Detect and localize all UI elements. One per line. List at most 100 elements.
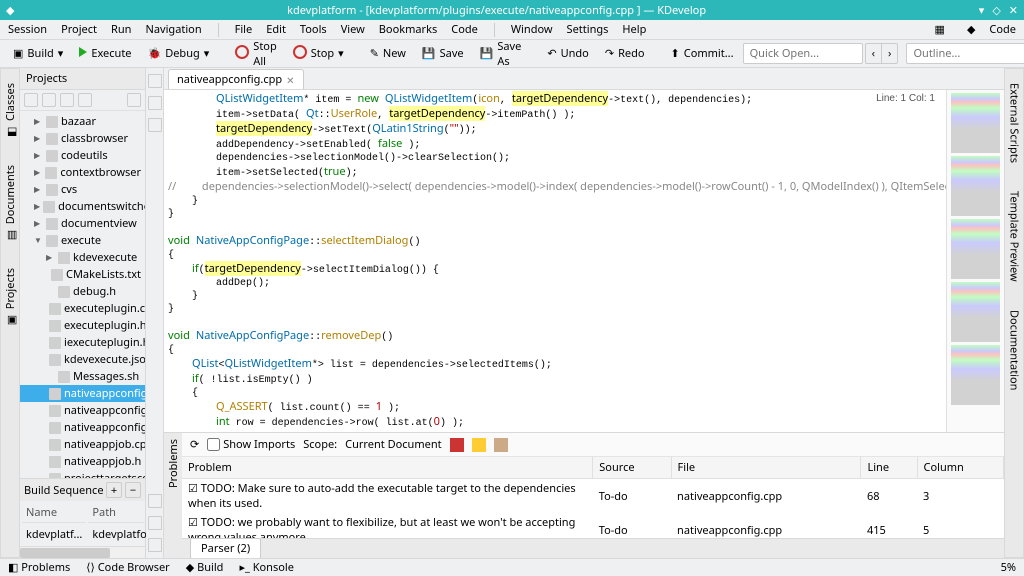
execute-button[interactable]: Execute bbox=[72, 42, 138, 65]
problem-row[interactable]: ☑ TODO: Make sure to auto-add the execut… bbox=[182, 479, 1004, 514]
tree-item[interactable]: nativeappconfig.ui bbox=[20, 419, 145, 436]
documents-icon: ▤ bbox=[4, 228, 16, 240]
template-preview-tab[interactable]: Template Preview bbox=[1005, 185, 1024, 288]
nav-back-icon[interactable]: ‹ bbox=[866, 44, 882, 63]
tree-item[interactable]: executeplugin.h bbox=[20, 317, 145, 334]
tree-item[interactable]: executeplugin.cpp bbox=[20, 300, 145, 317]
menu-navigation[interactable]: Navigation bbox=[145, 22, 201, 37]
menu-bookmarks[interactable]: Bookmarks bbox=[379, 22, 437, 37]
external-scripts-tab[interactable]: External Scripts bbox=[1005, 77, 1024, 169]
right-tool-rail: External Scripts Template Preview Docume… bbox=[1004, 68, 1024, 558]
side-btn-icon[interactable] bbox=[148, 118, 162, 132]
tree-item[interactable]: ▶contextbrowser bbox=[20, 164, 145, 181]
tree-item[interactable]: ▶classbrowser bbox=[20, 130, 145, 147]
menu-help[interactable]: Help bbox=[622, 22, 646, 37]
panel-tool-icon[interactable] bbox=[24, 93, 38, 107]
new-button[interactable]: ✎New bbox=[363, 42, 413, 65]
documentation-tab[interactable]: Documentation bbox=[1005, 304, 1024, 396]
editor-area: nativeappconfig.cpp✕ Line: 1 Col: 1 QLis… bbox=[164, 68, 1004, 558]
save-as-button[interactable]: 💾Save As bbox=[473, 35, 529, 73]
save-button[interactable]: 💾Save bbox=[415, 42, 471, 65]
documents-tab[interactable]: ▤Documents bbox=[1, 159, 20, 246]
scrollbar-horizontal[interactable] bbox=[20, 546, 145, 558]
tree-item[interactable]: kdevexecute.json bbox=[20, 351, 145, 368]
editor-tabs: nativeappconfig.cpp✕ bbox=[164, 68, 1004, 90]
panel-tool-icon[interactable] bbox=[78, 93, 92, 107]
panel-tools bbox=[20, 90, 145, 111]
problems-bottom-tabs: Parser (2) bbox=[182, 538, 1004, 558]
side-btn-icon[interactable] bbox=[148, 494, 162, 508]
menu-project[interactable]: Project bbox=[61, 22, 97, 37]
stop-all-button[interactable]: Stop All bbox=[228, 35, 283, 73]
tree-item[interactable]: iexecuteplugin.h bbox=[20, 334, 145, 351]
panel-tool-icon[interactable] bbox=[60, 93, 74, 107]
undo-button[interactable]: ↶Undo bbox=[540, 42, 595, 65]
stop-button[interactable]: Stop▾ bbox=[286, 41, 351, 67]
close-icon[interactable]: ✕ bbox=[1009, 3, 1018, 18]
menu-session[interactable]: Session bbox=[8, 22, 47, 37]
refresh-icon[interactable]: ⟳ bbox=[190, 437, 199, 452]
quick-open-input[interactable] bbox=[743, 43, 863, 64]
panel-tool-icon[interactable] bbox=[42, 93, 56, 107]
tree-item[interactable]: nativeappjob.cpp bbox=[20, 436, 145, 453]
problems-side-tab[interactable]: Problems bbox=[164, 433, 183, 494]
build-status-button[interactable]: ◆ Build bbox=[186, 560, 224, 575]
tree-item[interactable]: projecttargetscomb... bbox=[20, 470, 145, 478]
add-icon[interactable]: + bbox=[106, 482, 122, 498]
nav-fwd-icon[interactable]: › bbox=[882, 44, 897, 63]
nav-arrows[interactable]: ‹› bbox=[865, 43, 899, 64]
projects-tab[interactable]: ▣Projects bbox=[1, 262, 20, 331]
editor-tab[interactable]: nativeappconfig.cpp✕ bbox=[168, 69, 304, 89]
side-btn-icon[interactable] bbox=[148, 96, 162, 110]
warning-filter-icon[interactable] bbox=[472, 438, 486, 452]
table-row[interactable]: kdevplatf...kdevplatform bbox=[22, 525, 166, 544]
classes-tab[interactable]: ◧Classes bbox=[1, 77, 20, 143]
tree-item[interactable]: ▶cvs bbox=[20, 181, 145, 198]
menu-run[interactable]: Run bbox=[111, 22, 131, 37]
tree-item[interactable]: ▶documentview bbox=[20, 215, 145, 232]
tree-item[interactable]: ▶bazaar bbox=[20, 113, 145, 130]
tree-item[interactable]: nativeappconfig.h bbox=[20, 402, 145, 419]
code-browser-button[interactable]: ⟨⟩ Code Browser bbox=[86, 560, 169, 575]
error-filter-icon[interactable] bbox=[450, 438, 464, 452]
outline-input[interactable] bbox=[906, 43, 1024, 64]
project-tree[interactable]: ▶bazaar▶classbrowser▶codeutils▶contextbr… bbox=[20, 111, 145, 478]
grid-icon[interactable]: ▦ bbox=[935, 22, 945, 37]
hint-filter-icon[interactable] bbox=[494, 438, 508, 452]
undo-icon: ↶ bbox=[547, 46, 556, 61]
minimap[interactable] bbox=[946, 90, 1004, 432]
side-btn-icon[interactable] bbox=[148, 516, 162, 530]
tree-item[interactable]: nativeappjob.h bbox=[20, 453, 145, 470]
build-button[interactable]: ▣Build▾ bbox=[6, 42, 70, 65]
tree-item[interactable]: ▶kdevexecute bbox=[20, 249, 145, 266]
parser-tab[interactable]: Parser (2) bbox=[190, 538, 261, 558]
commit-button[interactable]: ⬆Commit... bbox=[664, 42, 741, 65]
tree-item[interactable]: ▶codeutils bbox=[20, 147, 145, 164]
konsole-button[interactable]: ▸_ Konsole bbox=[239, 560, 294, 575]
code-mode-icon[interactable]: ◆ bbox=[967, 22, 975, 37]
problems-status-button[interactable]: ◧ Problems bbox=[8, 560, 70, 575]
problem-row[interactable]: ☑ TODO: we probably want to flexibilize,… bbox=[182, 513, 1004, 538]
tree-item[interactable]: Messages.sh bbox=[20, 368, 145, 385]
debug-button[interactable]: 🐞Debug▾ bbox=[141, 42, 217, 65]
maximize-icon[interactable]: ◇ bbox=[992, 3, 1000, 18]
code-mode-label[interactable]: Code bbox=[989, 22, 1016, 37]
menu-settings[interactable]: Settings bbox=[567, 22, 609, 37]
scope-dropdown[interactable]: Current Document bbox=[345, 437, 441, 452]
code-editor[interactable]: Line: 1 Col: 1 QListWidgetItem* item = n… bbox=[164, 90, 946, 432]
show-imports-checkbox[interactable]: Show Imports bbox=[207, 437, 295, 452]
redo-button[interactable]: ↷Redo bbox=[598, 42, 652, 65]
minimize-icon[interactable]: ▾ bbox=[979, 3, 985, 18]
side-btn-icon[interactable] bbox=[148, 538, 162, 552]
menu-view[interactable]: View bbox=[341, 22, 365, 37]
close-tab-icon[interactable]: ✕ bbox=[286, 73, 294, 87]
panel-tool-icon[interactable] bbox=[127, 93, 141, 107]
tree-item[interactable]: ▼execute bbox=[20, 232, 145, 249]
tree-item[interactable]: CMakeLists.txt bbox=[20, 266, 145, 283]
side-btn-icon[interactable] bbox=[148, 74, 162, 88]
remove-icon[interactable]: − bbox=[125, 482, 141, 498]
tree-item[interactable]: debug.h bbox=[20, 283, 145, 300]
tree-item[interactable]: ▶documentswitcher bbox=[20, 198, 145, 215]
tree-item[interactable]: nativeappconfig.cpp bbox=[20, 385, 145, 402]
menu-tools[interactable]: Tools bbox=[300, 22, 327, 37]
